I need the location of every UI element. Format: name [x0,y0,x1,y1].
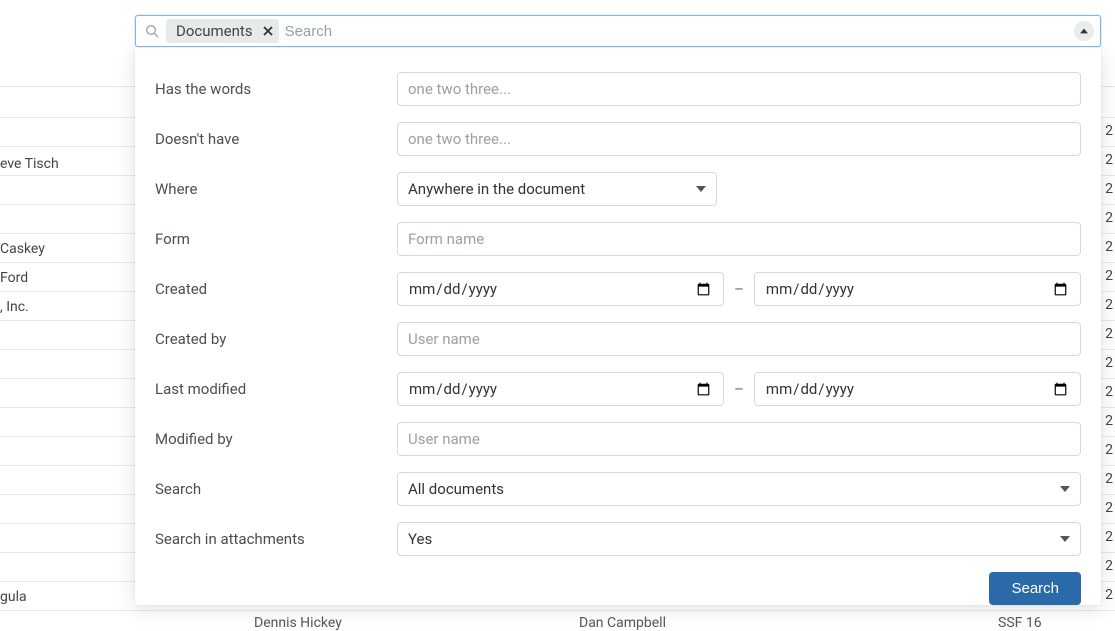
created-by-input[interactable] [397,322,1081,356]
created-to-date[interactable] [754,272,1081,306]
table-cell: SSF 16 [998,615,1042,631]
modified-by-input[interactable] [397,422,1081,456]
label-created-by: Created by [155,330,397,348]
search-icon [144,23,160,39]
label-last-modified: Last modified [155,380,397,398]
date-range-separator: – [734,380,744,398]
label-doesnt-have: Doesn't have [155,130,397,148]
table-cell: Ford [0,270,28,286]
date-range-separator: – [734,280,744,298]
search-button[interactable]: Search [989,572,1081,605]
search-filter-tag: Documents [166,19,279,43]
table-cell: gula [0,589,27,605]
label-modified-by: Modified by [155,430,397,448]
doesnt-have-input[interactable] [397,122,1081,156]
table-cell: Dennis Hickey [254,615,342,631]
label-form: Form [155,230,397,248]
search-input[interactable] [285,23,1074,40]
label-where: Where [155,180,397,198]
created-from-date[interactable] [397,272,724,306]
table-cell: , Inc. [0,299,29,315]
search-bar[interactable]: Documents [135,15,1101,47]
table-cell: Caskey [0,241,45,257]
tag-remove-button[interactable] [259,22,277,40]
label-search-attachments: Search in attachments [155,530,397,548]
form-name-input[interactable] [397,222,1081,256]
collapse-toggle[interactable] [1074,21,1094,41]
label-created: Created [155,280,397,298]
has-words-input[interactable] [397,72,1081,106]
tag-label: Documents [176,22,253,40]
modified-to-date[interactable] [754,372,1081,406]
advanced-search-panel: Has the words Doesn't have Where Anywher… [135,47,1101,605]
table-cell: Dan Campbell [579,615,666,631]
where-select[interactable]: Anywhere in the document [397,172,717,206]
table-cell: eve Tisch [0,156,59,172]
search-scope-select[interactable]: All documents [397,472,1081,506]
label-search-scope: Search [155,480,397,498]
label-has-words: Has the words [155,80,397,98]
modified-from-date[interactable] [397,372,724,406]
search-attachments-select[interactable]: Yes [397,522,1081,556]
